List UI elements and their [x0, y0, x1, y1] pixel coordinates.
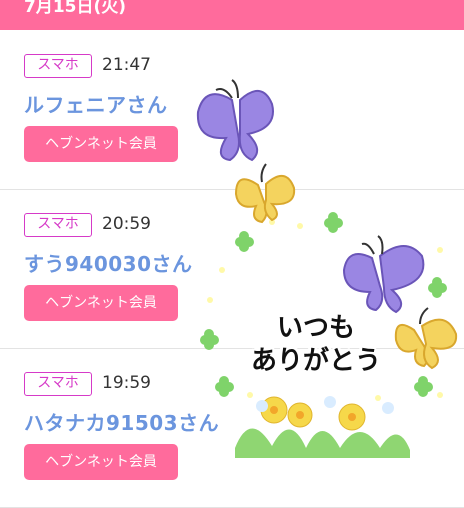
visit-time: 20:59: [102, 214, 151, 234]
yellow-butterfly-icon: [234, 163, 296, 224]
thank-you-message: いつも ありがとう: [226, 312, 406, 378]
thank-you-sticker: [196, 79, 458, 458]
visitor-name[interactable]: ルフェニアさん: [24, 89, 168, 118]
member-button[interactable]: ヘブンネット会員: [24, 285, 178, 321]
visit-time: 19:59: [102, 373, 151, 393]
date-label: 7月15日(火): [24, 0, 127, 17]
member-button[interactable]: ヘブンネット会員: [24, 444, 178, 480]
device-badge: スマホ: [24, 372, 92, 396]
purple-butterfly-icon: [342, 235, 425, 314]
device-badge: スマホ: [24, 54, 92, 78]
thank-you-line-2: ありがとう: [250, 346, 381, 376]
flower-field-icon: [235, 396, 410, 458]
visitor-name[interactable]: すう940030さん: [24, 248, 193, 277]
device-badge: スマホ: [24, 213, 92, 237]
thank-you-line-1: いつも: [276, 313, 355, 343]
member-button[interactable]: ヘブンネット会員: [24, 126, 178, 162]
purple-butterfly-icon: [196, 79, 274, 162]
date-header: 7月15日(火): [0, 0, 464, 30]
visit-time: 21:47: [102, 55, 151, 75]
